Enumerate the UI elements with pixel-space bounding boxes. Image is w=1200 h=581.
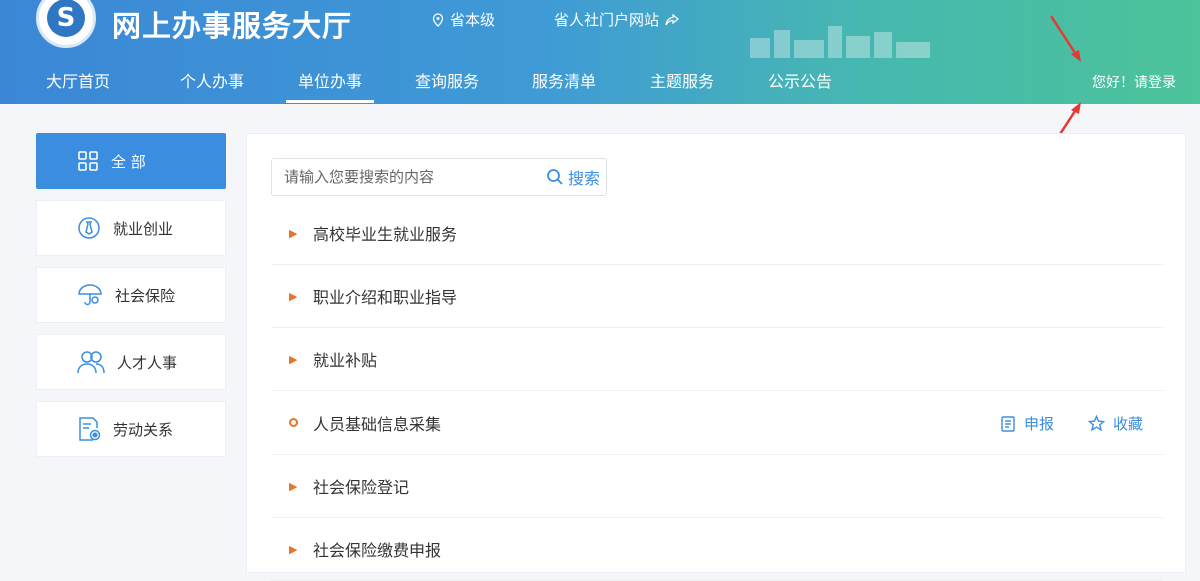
list-item-label: 社会保险登记 [313, 478, 410, 497]
employment-icon [78, 217, 100, 239]
triangle-right-icon: ▶ [289, 479, 298, 493]
nav-personal[interactable]: 个人办事 [180, 68, 244, 92]
list-item-label: 就业补贴 [313, 351, 378, 370]
list-item-label: 社会保险缴费申报 [313, 541, 442, 560]
annotation-arrow-top [1049, 15, 1081, 62]
sidebar-item-label: 社会保险 [115, 286, 176, 305]
portal-link[interactable]: 省人社门户网站 [554, 9, 679, 30]
login-link[interactable]: 您好！请登录 [1092, 72, 1176, 92]
search-bar: 搜索 [271, 158, 607, 196]
sidebar-item-employment[interactable]: 就业创业 [36, 200, 226, 256]
triangle-right-icon: ▶ [289, 352, 298, 366]
apply-button[interactable]: 申报 [1000, 413, 1054, 434]
form-icon [1001, 416, 1015, 432]
list-item-label: 高校毕业生就业服务 [313, 225, 458, 244]
list-item-label: 人员基础信息采集 [313, 415, 442, 434]
sidebar-item-label: 劳动关系 [113, 420, 174, 439]
sidebar-item-label: 全 部 [111, 152, 146, 171]
favorite-label: 收藏 [1112, 415, 1143, 433]
list-item-graduate-employment[interactable]: ▶ 高校毕业生就业服务 [271, 202, 1163, 265]
sidebar-item-social-insurance[interactable]: 社会保险 [36, 267, 226, 323]
umbrella-icon [78, 284, 102, 306]
sidebar-item-all[interactable]: 全 部 [36, 133, 226, 189]
service-list-panel: 搜索 ▶ 高校毕业生就业服务 ▶ 职业介绍和职业指导 ▶ 就业补贴 人员基础信息… [246, 133, 1186, 581]
list-item-job-guidance[interactable]: ▶ 职业介绍和职业指导 [271, 265, 1163, 328]
search-icon [547, 169, 563, 185]
sidebar-item-talent[interactable]: 人才人事 [36, 334, 226, 390]
triangle-right-icon: ▶ [289, 289, 298, 303]
sidebar-item-label: 就业创业 [113, 219, 174, 238]
logo-mark-icon: S [47, 0, 85, 37]
favorite-button[interactable]: 收藏 [1087, 413, 1143, 434]
item-actions: 申报 收藏 [1000, 392, 1143, 455]
portal-link-label: 省人社门户网站 [554, 11, 660, 29]
skyline-decoration [750, 26, 930, 58]
region-selector[interactable]: 省本级 [432, 9, 495, 30]
nav-query[interactable]: 查询服务 [415, 68, 479, 92]
grid-icon [78, 151, 98, 171]
logo[interactable]: S [36, 0, 96, 48]
nav-theme[interactable]: 主题服务 [650, 68, 714, 92]
list-item-insurance-registration[interactable]: ▶ 社会保险登记 [271, 455, 1163, 518]
list-item-label: 职业介绍和职业指导 [313, 288, 458, 307]
site-header: S 网上办事服务大厅 省本级 省人社门户网站 大厅首页 个人办事 单位办事 查询… [0, 0, 1200, 104]
apply-label: 申报 [1023, 415, 1054, 433]
list-item-basic-info-collection[interactable]: 人员基础信息采集 申报 收藏 [271, 392, 1163, 455]
list-item-insurance-payment[interactable]: ▶ 社会保险缴费申报 [271, 518, 1163, 581]
site-title: 网上办事服务大厅 [112, 9, 353, 43]
document-seal-icon [79, 417, 101, 441]
sidebar-item-label: 人才人事 [117, 353, 178, 372]
star-icon [1087, 415, 1105, 432]
search-input[interactable] [272, 168, 546, 186]
search-button-label: 搜索 [567, 169, 600, 188]
nav-service-list[interactable]: 服务清单 [532, 68, 596, 92]
share-icon [665, 13, 679, 25]
location-pin-icon [432, 12, 444, 27]
list-item-employment-subsidy[interactable]: ▶ 就业补贴 [271, 328, 1163, 391]
triangle-right-icon: ▶ [289, 542, 298, 556]
nav-unit[interactable]: 单位办事 [285, 68, 375, 103]
ring-bullet-icon [289, 417, 309, 430]
triangle-right-icon: ▶ [289, 226, 298, 240]
sidebar-item-labor-relations[interactable]: 劳动关系 [36, 401, 226, 457]
people-icon [77, 351, 105, 374]
region-label: 省本级 [450, 11, 496, 29]
nav-hall-home[interactable]: 大厅首页 [46, 68, 110, 92]
search-button[interactable]: 搜索 [546, 165, 606, 189]
nav-notice[interactable]: 公示公告 [768, 68, 832, 92]
